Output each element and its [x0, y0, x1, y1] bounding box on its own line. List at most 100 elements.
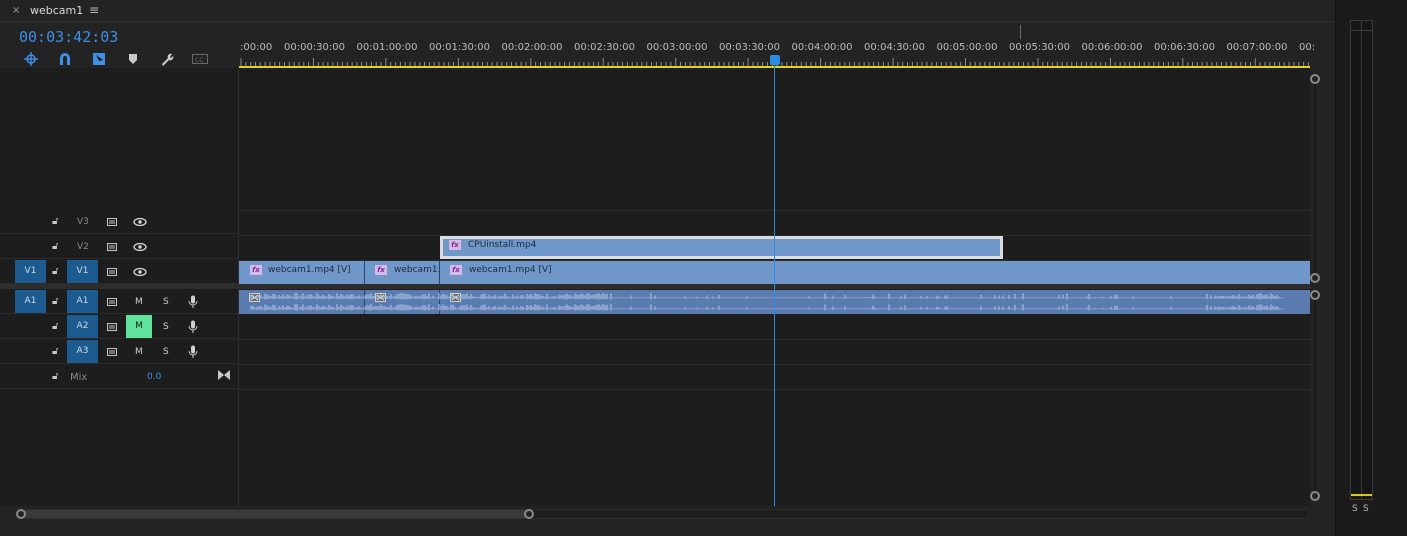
ruler-tick-label: 00:07:00:00 [1226, 42, 1288, 53]
vertical-scroll[interactable] [1310, 68, 1335, 506]
lock-icon[interactable]: 🔓︎ [52, 372, 58, 382]
ruler-tick-label: :00:00 [240, 42, 273, 53]
fx-badge[interactable]: fx [449, 240, 461, 250]
mute-button-a2[interactable]: M [126, 315, 152, 338]
clip-cpuinstall-video[interactable]: fx CPUinstall.mp4 [440, 236, 1003, 259]
microphone-icon[interactable] [188, 320, 198, 334]
ruler-tick-label: 00:05:00:00 [936, 42, 998, 53]
sync-lock-icon[interactable] [107, 242, 119, 252]
captions-icon[interactable]: CC [192, 54, 208, 64]
close-tab-icon[interactable]: × [12, 5, 20, 16]
solo-button-a3[interactable]: S [163, 347, 169, 357]
track-area[interactable]: fx CPUinstall.mp4 fx webcam1.mp4 [V] fx … [239, 56, 1310, 506]
track-headers: 🔓︎ V3 🔓︎ V2 V1 🔓︎ V1 A1 🔓︎ A1 M S 🔓︎ A2 … [0, 68, 239, 506]
sync-lock-icon[interactable] [107, 217, 119, 227]
zoom-handle-right[interactable] [524, 509, 534, 519]
track-header-a3: 🔓︎ A3 M S [0, 339, 239, 364]
sync-lock-icon[interactable] [107, 297, 119, 307]
meter-divider [1361, 21, 1362, 499]
ruler-tick-label: 00:01:30:00 [429, 42, 491, 53]
ruler-tick-label: 00: [1299, 42, 1316, 53]
timeline-tab-bar: × webcam1 ≡ [0, 0, 1335, 22]
scroll-handle-bottom[interactable] [1310, 273, 1320, 283]
track-header-v3: 🔓︎ V3 [0, 210, 239, 234]
clip-webcam1-video-2[interactable]: fx webcam1. [365, 261, 440, 284]
lock-icon[interactable]: 🔓︎ [52, 267, 58, 277]
scroll-track[interactable] [1314, 300, 1316, 492]
sync-lock-icon[interactable] [107, 347, 119, 357]
track-target-a3[interactable]: A3 [67, 340, 98, 363]
scroll-track[interactable] [1314, 84, 1316, 273]
audio-meter [1350, 20, 1373, 500]
fx-badge[interactable]: fx [450, 265, 462, 275]
track-target-v1[interactable]: V1 [67, 260, 98, 283]
track-target-a2[interactable]: A2 [67, 315, 98, 338]
zoom-handle-left[interactable] [16, 509, 26, 519]
clip-name: webcam1.mp4 [V] [268, 265, 351, 275]
lock-icon[interactable]: 🔓︎ [52, 242, 58, 252]
track-header-v2: 🔓︎ V2 [0, 235, 239, 259]
mix-volume-value[interactable]: 0.0 [147, 372, 161, 382]
playhead-timecode[interactable]: 00:03:42:03 [19, 28, 118, 46]
playhead-line[interactable] [774, 56, 775, 506]
marker-icon[interactable] [128, 53, 138, 65]
ruler-tick-label: 00:03:00:00 [646, 42, 708, 53]
microphone-icon[interactable] [188, 295, 198, 309]
clip-webcam1-video-1[interactable]: fx webcam1.mp4 [V] [239, 261, 365, 284]
ruler-tick-label: 00:06:30:00 [1154, 42, 1216, 53]
solo-right-button[interactable]: S [1363, 504, 1369, 514]
mute-button-a3[interactable]: M [135, 347, 143, 357]
source-patch-a1[interactable]: A1 [15, 290, 46, 313]
sequence-tab-title[interactable]: webcam1 [30, 4, 83, 17]
audio-meter-panel: S S [1335, 0, 1407, 536]
track-header-a2: 🔓︎ A2 M S [0, 314, 239, 339]
solo-button-a1[interactable]: S [163, 297, 169, 307]
solo-left-button[interactable]: S [1352, 504, 1358, 514]
panel-menu-icon[interactable]: ≡ [89, 3, 99, 17]
microphone-icon[interactable] [188, 345, 198, 359]
eye-icon[interactable] [133, 267, 147, 277]
clip-name: CPUinstall.mp4 [468, 240, 537, 250]
ruler-tick-label: 00:04:30:00 [864, 42, 926, 53]
sync-lock-icon[interactable] [107, 267, 119, 277]
snap-magnet-icon[interactable] [58, 52, 72, 66]
scroll-handle-top[interactable] [1310, 74, 1320, 84]
audio-scroll-handle-top[interactable] [1310, 290, 1320, 300]
wrench-icon[interactable] [160, 52, 174, 66]
lock-icon[interactable]: 🔓︎ [52, 297, 58, 307]
track-target-a1[interactable]: A1 [67, 290, 98, 313]
audio-scroll-handle-bottom[interactable] [1310, 491, 1320, 501]
ruler-tick-label: 00:01:00:00 [356, 42, 418, 53]
track-name[interactable]: V2 [77, 242, 89, 252]
horizontal-scroll[interactable] [0, 506, 1335, 536]
track-name[interactable]: V3 [77, 217, 89, 227]
source-patch-v1[interactable]: V1 [15, 260, 46, 283]
ruler-tick-label: 00:06:00:00 [1081, 42, 1143, 53]
linked-selection-icon[interactable] [92, 52, 106, 66]
ruler-tick-label: 00:05:30:00 [1009, 42, 1071, 53]
track-header-a1: A1 🔓︎ A1 M S [0, 289, 239, 314]
ruler-tick-label: 00:04:00:00 [791, 42, 853, 53]
ruler-tick-label: 00:02:00:00 [501, 42, 563, 53]
mix-label: Mix [70, 372, 88, 383]
sync-lock-icon[interactable] [107, 322, 119, 332]
ruler-tick-label: 00:00:30:00 [284, 42, 346, 53]
fx-badge[interactable]: fx [375, 265, 387, 275]
mute-button-a1[interactable]: M [135, 297, 143, 307]
fx-badge[interactable]: fx [250, 265, 262, 275]
clip-webcam1-video-3[interactable]: fx webcam1.mp4 [V] [440, 261, 1310, 284]
scroll-thumb[interactable] [22, 510, 529, 518]
lock-icon[interactable]: 🔓︎ [52, 322, 58, 332]
lock-icon[interactable]: 🔓︎ [52, 217, 58, 227]
clip-name: webcam1.mp4 [V] [469, 265, 552, 275]
lock-icon[interactable]: 🔓︎ [52, 347, 58, 357]
ruler-tick-label: 00:03:30:00 [719, 42, 781, 53]
go-to-in-out-icon[interactable] [218, 370, 230, 380]
ruler-marker-line [1020, 25, 1021, 39]
eye-icon[interactable] [133, 242, 147, 252]
playhead-handle[interactable] [770, 55, 780, 65]
ruler-tick-label: 00:02:30:00 [574, 42, 636, 53]
solo-button-a2[interactable]: S [163, 322, 169, 332]
eye-icon[interactable] [133, 217, 147, 227]
nest-icon[interactable] [24, 52, 38, 66]
